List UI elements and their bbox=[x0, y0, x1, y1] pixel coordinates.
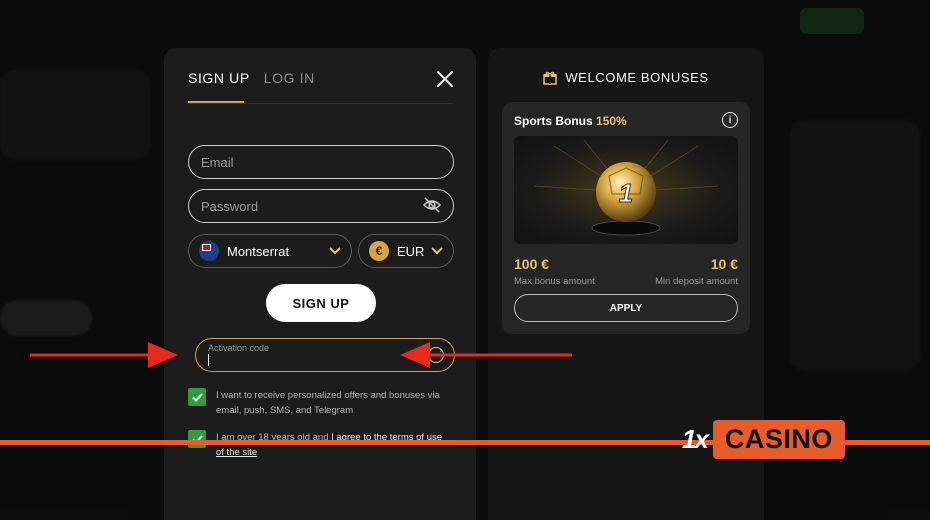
arrow-right-icon bbox=[30, 342, 178, 368]
brand-logo: 1x CASINO bbox=[682, 420, 845, 459]
arrow-left-icon bbox=[400, 342, 572, 368]
logo-text: CASINO bbox=[712, 420, 845, 459]
logo-mark: 1x bbox=[682, 424, 709, 454]
